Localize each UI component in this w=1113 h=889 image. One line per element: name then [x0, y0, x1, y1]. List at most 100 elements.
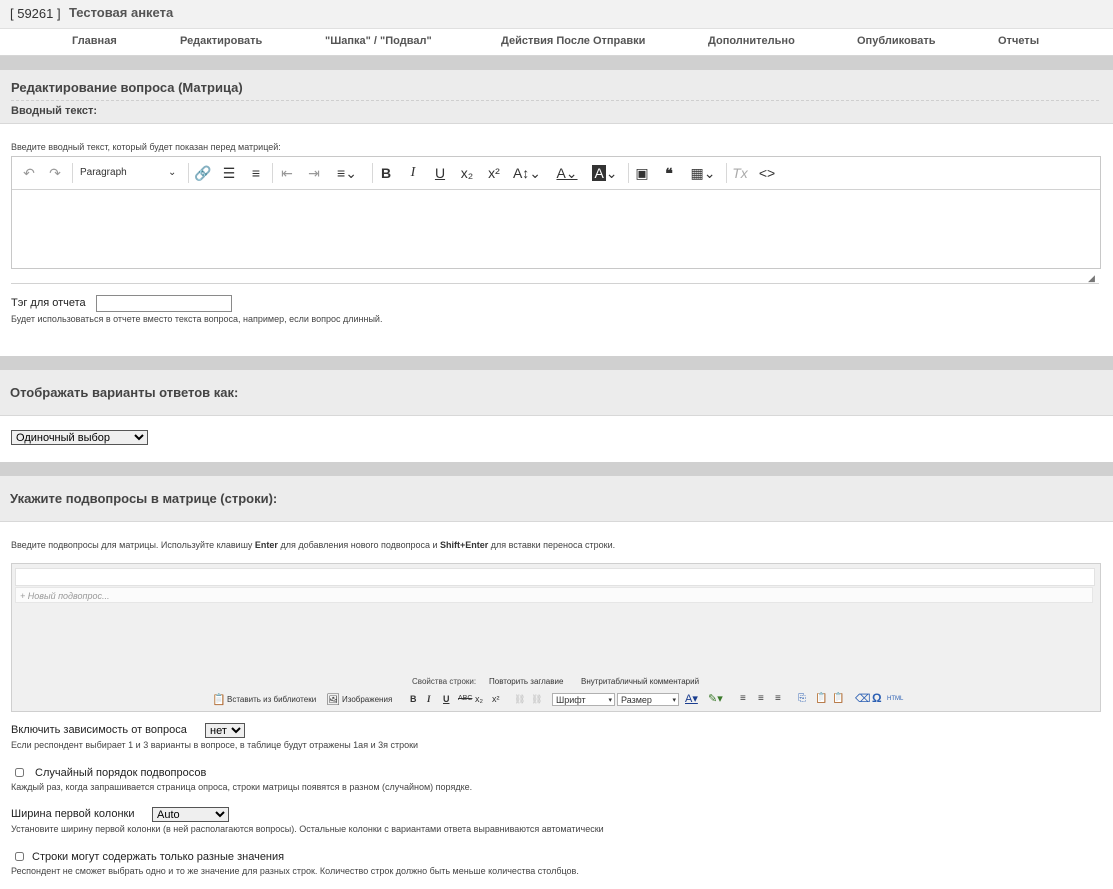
images-button[interactable]: Изображения — [342, 695, 392, 704]
italic-icon[interactable]: I — [427, 694, 431, 704]
main-nav: Главная Редактировать "Шапка" / "Подвал"… — [0, 29, 1113, 56]
random-order-label: Случайный порядок подвопросов — [35, 767, 207, 779]
nav-item-header-footer[interactable]: "Шапка" / "Подвал" — [325, 35, 432, 47]
section-title: Отображать варианты ответов как: — [10, 385, 239, 400]
align-icon[interactable]: ≡⌄ — [332, 163, 362, 183]
align-left-icon[interactable]: ≡ — [740, 693, 746, 704]
nav-item-after-submit[interactable]: Действия После Отправки — [501, 35, 645, 47]
bold-icon[interactable]: B — [377, 163, 395, 183]
report-tag-hint: Будет использоваться в отчете вместо тек… — [11, 314, 383, 324]
text-color-icon[interactable]: A⌄ — [552, 163, 582, 183]
special-char-icon[interactable]: Ω — [872, 691, 882, 705]
table-icon[interactable]: ▦⌄ — [687, 163, 719, 183]
link-icon[interactable]: ⛓ — [514, 694, 525, 705]
eraser-icon[interactable]: ⌫ — [855, 692, 871, 705]
text-color-icon[interactable]: A▾ — [685, 692, 698, 705]
copy-icon[interactable]: ⎘ — [798, 693, 806, 704]
paste-word-icon[interactable]: 📋 — [832, 693, 844, 704]
quote-icon[interactable]: ❝ — [660, 163, 678, 183]
toolbar-separator — [726, 163, 727, 183]
section-divider — [0, 56, 1113, 70]
nav-item-edit[interactable]: Редактировать — [180, 35, 262, 47]
underline-icon[interactable]: U — [443, 694, 450, 704]
subquestion-row-input[interactable] — [15, 568, 1095, 586]
source-code-icon[interactable]: <> — [758, 163, 776, 183]
images-icon: 🖼 — [326, 694, 340, 706]
section-title: Укажите подвопросы в матрице (строки): — [10, 491, 278, 506]
toolbar-separator — [188, 163, 189, 183]
dependency-hint: Если респондент выбирает 1 и 3 варианты … — [11, 740, 419, 750]
paste-icon[interactable]: 📋 — [815, 693, 827, 704]
toolbar-separator — [372, 163, 373, 183]
align-right-icon[interactable]: ≡ — [775, 693, 781, 704]
link-icon[interactable]: 🔗 — [194, 163, 212, 183]
font-size-select[interactable]: Размер ▾ — [617, 693, 679, 706]
section-title: Редактирование вопроса (Матрица) — [11, 80, 243, 95]
nav-item-additional[interactable]: Дополнительно — [708, 35, 795, 47]
chevron-down-icon: ⌄ — [168, 167, 177, 178]
undo-icon[interactable]: ↶ — [20, 163, 38, 183]
subscript-icon[interactable]: x₂ — [458, 163, 476, 183]
clear-format-icon[interactable]: Tx — [731, 163, 749, 183]
font-family-select[interactable]: Шрифт ▾ — [552, 693, 615, 706]
rich-text-editor: ↶ ↷ Paragraph ⌄ 🔗 ☰ ≡ ⇤ ⇥ ≡⌄ B I U x₂ x² … — [11, 156, 1101, 269]
library-icon: 📋 — [212, 694, 226, 706]
paragraph-select[interactable]: Paragraph ⌄ — [80, 163, 180, 183]
top-bar: [ 59261 ] Тестовая анкета — [0, 0, 1113, 29]
highlight-color-icon[interactable]: ✎▾ — [708, 692, 723, 705]
chevron-down-icon: ▾ — [672, 697, 676, 704]
intro-hint: Введите вводный текст, который будет пок… — [11, 142, 281, 152]
toolbar-separator — [72, 163, 73, 183]
align-center-icon[interactable]: ≡ — [758, 693, 764, 704]
italic-icon[interactable]: I — [404, 163, 422, 183]
report-tag-input[interactable] — [96, 295, 232, 312]
toolbar-separator — [628, 163, 629, 183]
bold-icon[interactable]: B — [410, 694, 417, 704]
redo-icon[interactable]: ↷ — [46, 163, 64, 183]
section-header-edit-question: Редактирование вопроса (Матрица) Вводный… — [0, 70, 1113, 124]
subscript-icon[interactable]: x₂ — [475, 694, 483, 704]
nav-item-reports[interactable]: Отчеты — [998, 35, 1039, 47]
report-tag-label: Тэг для отчета — [11, 297, 86, 309]
random-order-checkbox[interactable] — [15, 768, 24, 777]
strikethrough-icon[interactable]: ABC — [458, 695, 472, 702]
unique-rows-checkbox[interactable] — [15, 852, 24, 861]
editor-content-area[interactable] — [12, 190, 1100, 268]
dependency-select[interactable]: нет — [205, 723, 245, 738]
underline-icon[interactable]: U — [431, 163, 449, 183]
superscript-icon[interactable]: x² — [492, 694, 500, 704]
inline-comment-link[interactable]: Внутритабличный комментарий — [581, 677, 699, 686]
image-icon[interactable]: ▣ — [633, 163, 651, 183]
insert-from-library-button[interactable]: Вставить из библиотеки — [227, 695, 316, 704]
editor-toolbar: ↶ ↷ Paragraph ⌄ 🔗 ☰ ≡ ⇤ ⇥ ≡⌄ B I U x₂ x² … — [12, 157, 1100, 190]
new-subquestion-row[interactable]: + Новый подвопрос... — [15, 587, 1093, 603]
indent-icon[interactable]: ⇥ — [305, 163, 323, 183]
row-properties-label: Свойства строки: — [412, 677, 477, 686]
editor-status-divider — [11, 283, 1099, 284]
first-column-width-label: Ширина первой колонки — [11, 808, 135, 820]
row-properties-bar: Свойства строки: Повторить заглавие Внут… — [12, 672, 1100, 690]
html-source-icon[interactable]: HTML — [887, 696, 903, 702]
survey-title: Тестовая анкета — [69, 5, 174, 20]
numbered-list-icon[interactable]: ≡ — [247, 163, 265, 183]
section-header-display-as: Отображать варианты ответов как: — [0, 370, 1113, 416]
matrix-rows-editor: + Новый подвопрос... Свойства строки: По… — [11, 563, 1101, 712]
superscript-icon[interactable]: x² — [485, 163, 503, 183]
unique-rows-label: Строки могут содержать только разные зна… — [32, 851, 285, 863]
outdent-icon[interactable]: ⇤ — [278, 163, 296, 183]
section-divider — [0, 462, 1113, 476]
dashed-divider — [11, 100, 1099, 101]
first-column-width-select[interactable]: Auto — [152, 807, 229, 822]
unique-rows-hint: Респондент не сможет выбрать одно и то ж… — [11, 866, 579, 876]
font-size-icon[interactable]: A↕⌄ — [512, 163, 542, 183]
repeat-header-link[interactable]: Повторить заглавие — [489, 677, 563, 686]
display-type-select[interactable]: Одиночный выбор — [11, 430, 148, 445]
nav-item-home[interactable]: Главная — [72, 35, 117, 47]
bullet-list-icon[interactable]: ☰ — [220, 163, 238, 183]
nav-item-publish[interactable]: Опубликовать — [857, 35, 936, 47]
font-size-label: Размер — [621, 695, 652, 705]
highlight-icon[interactable]: A ⌄ — [590, 163, 620, 183]
matrix-toolbar: 📋 Вставить из библиотеки 🖼 Изображения B… — [12, 690, 1100, 711]
font-family-label: Шрифт — [556, 695, 586, 705]
unlink-icon[interactable]: ⛓ — [531, 694, 542, 705]
